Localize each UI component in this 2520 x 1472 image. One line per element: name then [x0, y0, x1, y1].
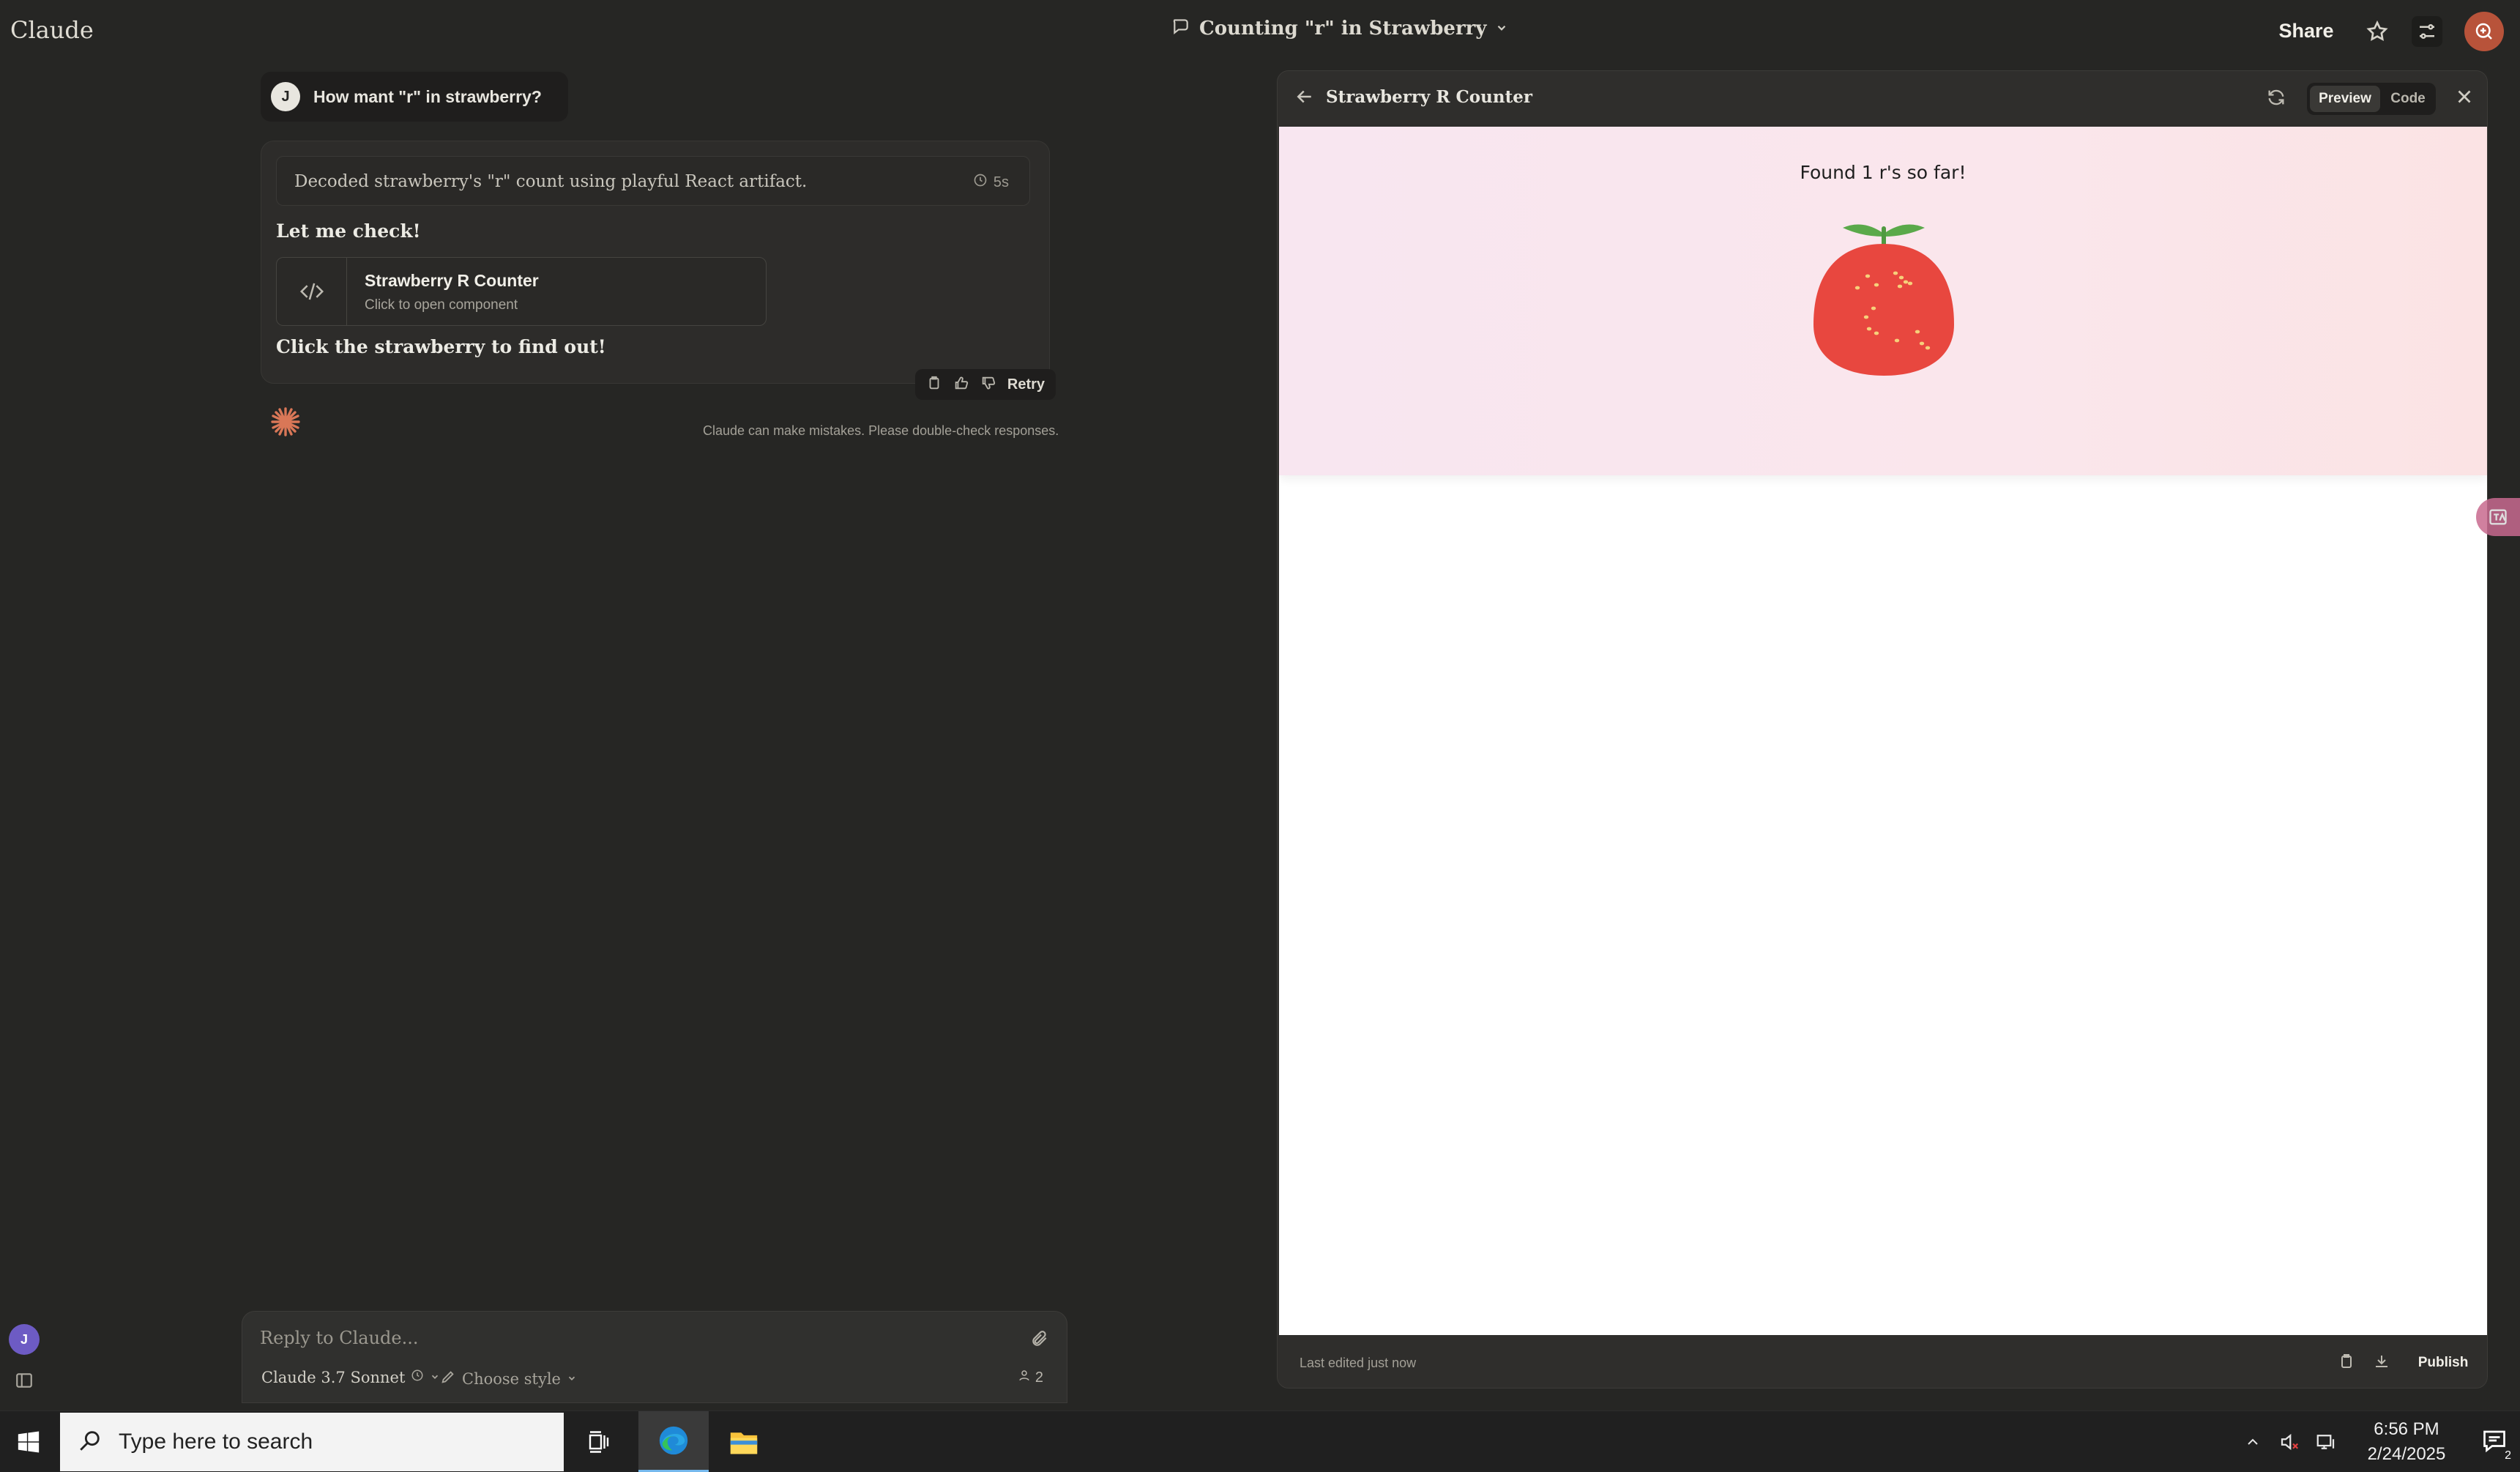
- thumbs-down-icon[interactable]: [980, 375, 996, 395]
- notification-icon: [2481, 1427, 2508, 1457]
- clock[interactable]: 6:56 PM 2/24/2025: [2344, 1417, 2469, 1467]
- retry-button[interactable]: Retry: [1007, 376, 1045, 393]
- disclaimer-text: Claude can make mistakes. Please double-…: [703, 423, 1059, 438]
- clock-date: 2/24/2025: [2367, 1444, 2446, 1464]
- notification-count: 2: [2505, 1449, 2511, 1462]
- download-icon[interactable]: [2373, 1353, 2395, 1375]
- artifact-preview: Found 1 r's so far!: [1279, 127, 2487, 1335]
- person-icon: [1018, 1369, 1031, 1386]
- thinking-time: 5s: [973, 173, 1009, 192]
- code-icon: [277, 258, 347, 325]
- tab-code[interactable]: Code: [2383, 86, 2433, 112]
- chevron-down-icon: [567, 1370, 577, 1388]
- volume-muted-icon[interactable]: [2271, 1411, 2308, 1472]
- view-tabs: Preview Code: [2307, 83, 2436, 115]
- clock-icon: [411, 1369, 424, 1386]
- last-edited-text: Last edited just now: [1300, 1356, 1417, 1370]
- settings-sliders-icon[interactable]: [2412, 16, 2442, 47]
- assistant-message: Decoded strawberry's "r" count using pla…: [261, 141, 1050, 384]
- user-avatar: J: [271, 82, 300, 111]
- refresh-icon[interactable]: [2266, 87, 2291, 112]
- app-title[interactable]: Claude: [10, 16, 94, 44]
- sidebar-user-avatar[interactable]: J: [9, 1324, 40, 1355]
- project-count-badge[interactable]: 2: [1009, 1364, 1052, 1391]
- copy-icon[interactable]: [2338, 1353, 2360, 1375]
- conversation-title[interactable]: Counting "r" in Strawberry: [1171, 16, 1508, 40]
- search-icon: [78, 1428, 102, 1457]
- notification-center[interactable]: 2: [2469, 1411, 2520, 1472]
- close-icon[interactable]: [2453, 86, 2480, 112]
- paperclip-icon[interactable]: [1030, 1329, 1049, 1352]
- project-count: 2: [1035, 1369, 1043, 1386]
- taskbar-search-input[interactable]: [119, 1430, 529, 1454]
- artifact-card[interactable]: Strawberry R Counter Click to open compo…: [276, 257, 767, 326]
- conversation-title-text: Counting "r" in Strawberry: [1199, 17, 1487, 40]
- profile-avatar[interactable]: [2464, 12, 2504, 51]
- user-message-text: How mant "r" in strawberry?: [313, 86, 542, 106]
- share-button[interactable]: Share: [2264, 12, 2349, 50]
- file-explorer-icon[interactable]: [709, 1411, 779, 1472]
- style-selector[interactable]: Choose style: [440, 1369, 577, 1389]
- chevron-up-icon[interactable]: [2234, 1411, 2271, 1472]
- artifact-card-name: Strawberry R Counter: [365, 271, 539, 290]
- artifact-card-subtitle: Click to open component: [365, 297, 518, 313]
- clock-time: 6:56 PM: [2374, 1419, 2439, 1439]
- composer: Claude 3.7 Sonnet Choose style 2: [242, 1311, 1067, 1403]
- chevron-down-icon: [1495, 17, 1508, 40]
- clock-icon: [973, 173, 988, 192]
- copy-icon[interactable]: [926, 375, 942, 395]
- claude-spark-icon: [269, 406, 302, 438]
- edge-browser-icon[interactable]: [638, 1411, 709, 1472]
- thinking-summary[interactable]: Decoded strawberry's "r" count using pla…: [276, 156, 1030, 206]
- strawberry-icon[interactable]: [1811, 215, 1957, 383]
- task-view-icon[interactable]: [564, 1411, 634, 1472]
- taskbar-search[interactable]: [60, 1413, 564, 1471]
- taskbar: 6:56 PM 2/24/2025 2: [0, 1410, 2520, 1472]
- thinking-time-value: 5s: [993, 174, 1009, 190]
- artifact-panel-footer: Last edited just now Publish: [1278, 1335, 2487, 1388]
- windows-start-icon[interactable]: [0, 1411, 57, 1472]
- translate-extension-icon[interactable]: [2476, 498, 2520, 536]
- sidebar-toggle-icon[interactable]: [15, 1371, 35, 1391]
- user-message: J How mant "r" in strawberry?: [261, 72, 568, 122]
- thinking-summary-text: Decoded strawberry's "r" count using pla…: [294, 172, 808, 191]
- preview-hero: Found 1 r's so far!: [1279, 127, 2487, 475]
- message-actions: Retry: [915, 369, 1056, 400]
- chevron-down-icon: [430, 1369, 440, 1386]
- thumbs-up-icon[interactable]: [953, 375, 969, 395]
- chat-bubble-icon: [1171, 16, 1190, 40]
- model-selector[interactable]: Claude 3.7 Sonnet: [261, 1369, 440, 1386]
- pen-icon: [440, 1369, 456, 1389]
- assistant-intro-text: Let me check!: [276, 220, 421, 242]
- assistant-outro-text: Click the strawberry to find out!: [276, 336, 606, 357]
- publish-button[interactable]: Publish: [2408, 1347, 2478, 1379]
- model-name: Claude 3.7 Sonnet: [261, 1369, 406, 1386]
- tab-preview[interactable]: Preview: [2310, 86, 2380, 112]
- system-tray: 6:56 PM 2/24/2025 2: [2234, 1411, 2520, 1472]
- artifact-panel: Strawberry R Counter Preview Code Found …: [1277, 70, 2488, 1389]
- artifact-panel-title: Strawberry R Counter: [1326, 87, 1532, 107]
- reply-input[interactable]: [260, 1325, 919, 1351]
- network-icon[interactable]: [2308, 1411, 2344, 1472]
- artifact-panel-header: Strawberry R Counter Preview Code: [1278, 71, 2487, 127]
- found-count-text: Found 1 r's so far!: [1800, 162, 1967, 183]
- star-icon[interactable]: [2362, 16, 2393, 47]
- back-arrow-icon[interactable]: [1294, 86, 1320, 112]
- style-label: Choose style: [462, 1370, 561, 1388]
